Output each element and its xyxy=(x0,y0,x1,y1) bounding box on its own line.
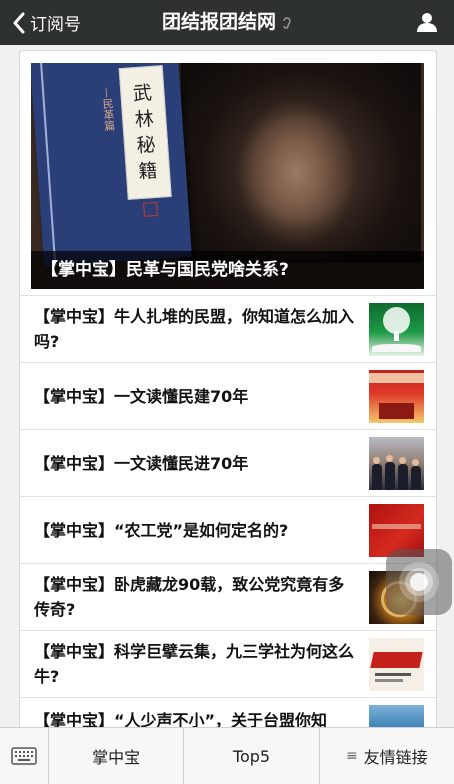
book-title-char: 武 xyxy=(132,82,153,106)
submenu-icon: ≡ xyxy=(345,748,358,764)
hero-article[interactable]: —民革篇 武 林 秘 籍 【掌中宝】民革与国民党啥关系? xyxy=(31,63,424,289)
book-title-char: 林 xyxy=(134,107,155,132)
article-title: 【掌中宝】一文读懂民进70年 xyxy=(34,453,249,473)
hero-book-image: —民革篇 武 林 秘 籍 xyxy=(31,63,192,267)
profile-icon[interactable] xyxy=(416,11,438,33)
menu-tab-zhangzhongbao[interactable]: 掌中宝 xyxy=(49,728,185,784)
article-title: 【掌中宝】卧虎藏龙90载，致公党究竟有多传奇? xyxy=(34,575,345,619)
book-side-text: —民革篇 xyxy=(99,86,116,132)
hero-image-shade xyxy=(181,63,421,263)
article-title: 【掌中宝】“人少声不小”，关于台盟你知 xyxy=(34,711,328,727)
list-item[interactable]: 【掌中宝】一文读懂民建70年 xyxy=(20,362,436,429)
assistive-touch-button[interactable] xyxy=(386,549,452,615)
list-item[interactable]: 【掌中宝】科学巨擘云集，九三学社为何这么牛? xyxy=(20,630,436,697)
article-thumbnail xyxy=(369,638,424,691)
book-title-char: 秘 xyxy=(135,133,157,158)
chevron-left-icon xyxy=(13,12,25,33)
article-thumbnail xyxy=(369,370,424,423)
menu-tab-label: 友情链接 xyxy=(363,748,428,767)
article-title: 【掌中宝】科学巨擘云集，九三学社为何这么牛? xyxy=(34,642,355,686)
ear-icon xyxy=(283,16,291,29)
back-button[interactable]: 订阅号 xyxy=(12,0,81,45)
article-title: 【掌中宝】牛人扎堆的民盟，你知道怎么加入吗? xyxy=(34,307,355,351)
article-list: 【掌中宝】牛人扎堆的民盟，你知道怎么加入吗? 【掌中宝】一文读懂民建70年 【掌… xyxy=(20,295,436,727)
book-title-char: 籍 xyxy=(137,159,159,184)
keyboard-icon xyxy=(11,747,37,765)
article-card: —民革篇 武 林 秘 籍 【掌中宝】民革与国民党啥关系? 【掌中宝】牛人扎堆的民… xyxy=(19,50,437,727)
article-title: 【掌中宝】一文读懂民建70年 xyxy=(34,386,249,406)
list-item[interactable]: 【掌中宝】一文读懂民进70年 xyxy=(20,429,436,496)
menu-tab-label: Top5 xyxy=(232,746,271,766)
list-item[interactable]: 【掌中宝】“人少声不小”，关于台盟你知 xyxy=(20,697,436,727)
article-title: 【掌中宝】“农工党”是如何定名的? xyxy=(34,520,289,540)
bottom-menu-bar: 掌中宝 Top5 ≡ 友情链接 xyxy=(0,727,454,784)
book-title-label: 武 林 秘 籍 xyxy=(118,65,172,200)
list-item[interactable]: 【掌中宝】牛人扎堆的民盟，你知道怎么加入吗? xyxy=(20,295,436,362)
menu-tab-friendly-links[interactable]: ≡ 友情链接 xyxy=(320,728,454,784)
article-thumbnail xyxy=(369,303,424,356)
page-title: 团结报团结网 xyxy=(161,11,276,33)
hero-caption: 【掌中宝】民革与国民党啥关系? xyxy=(31,251,424,289)
list-item[interactable]: 【掌中宝】“农工党”是如何定名的? xyxy=(20,496,436,563)
article-thumbnail xyxy=(369,437,424,490)
menu-tab-label: 掌中宝 xyxy=(92,748,141,767)
book-seal xyxy=(143,201,159,217)
list-item[interactable]: 【掌中宝】卧虎藏龙90载，致公党究竟有多传奇? xyxy=(20,563,436,630)
navigation-bar: 订阅号 团结报团结网 xyxy=(0,0,454,45)
content-area[interactable]: —民革篇 武 林 秘 籍 【掌中宝】民革与国民党啥关系? 【掌中宝】牛人扎堆的民… xyxy=(0,45,454,727)
back-label: 订阅号 xyxy=(30,15,81,35)
keyboard-toggle-button[interactable] xyxy=(0,728,49,784)
article-thumbnail xyxy=(369,705,424,727)
menu-tab-top5[interactable]: Top5 xyxy=(184,728,320,784)
